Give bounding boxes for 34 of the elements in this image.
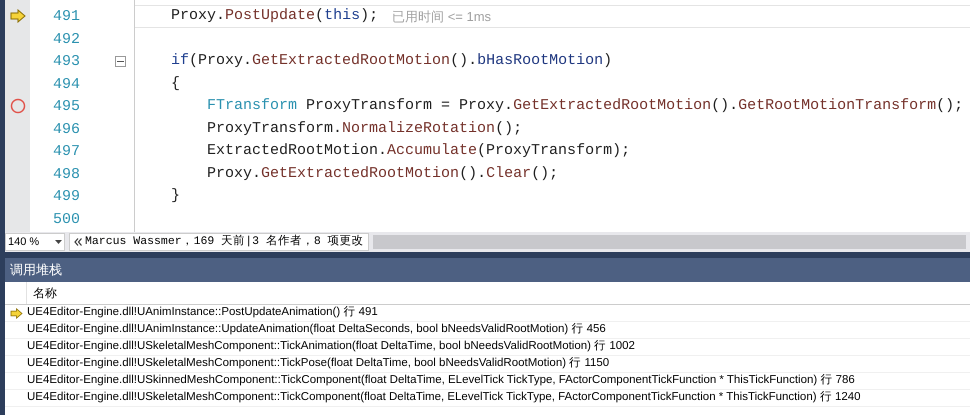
call-stack-frame[interactable]: UE4Editor-Engine.dll!USkeletalMeshComponent::TickPose(float DeltaTime, bool bNeedsValidRootMotion) 行 1150: [27, 355, 610, 373]
line-number: 498: [53, 166, 80, 182]
line-number: 499: [53, 188, 80, 205]
line-number: 494: [53, 76, 80, 92]
code-line: Proxy.PostUpdate(this);: [171, 6, 378, 26]
line-number: 497: [53, 143, 80, 160]
line-number: 500: [53, 210, 80, 228]
line-number: 491: [53, 8, 80, 25]
code-line: if(Proxy.GetExtractedRootMotion().bHasRootMotion): [171, 51, 612, 71]
panel-title: 调用堆栈: [10, 261, 62, 280]
call-stack-frame[interactable]: UE4Editor-Engine.dll!USkeletalMeshComponent::TickAnimation(float DeltaTime, bool bNeedsValidRootMotion) 行 1002: [27, 338, 635, 356]
zoom-dropdown[interactable]: 140 %: [5, 233, 65, 251]
minus-icon: [116, 60, 124, 62]
code-line: ProxyTransform.NormalizeRotation();: [207, 118, 522, 138]
call-stack-frame[interactable]: UE4Editor-Engine.dll!USkinnedMeshComponent::TickComponent(float DeltaTime, ELevelTick TickType, FActorComponentTickFunction * ThisTickFunction) 行 786: [27, 372, 855, 390]
breakpoint-icon[interactable]: [10, 98, 26, 114]
collapse-toggle[interactable]: [114, 56, 126, 67]
horizontal-scrollbar[interactable]: [372, 235, 966, 249]
call-stack-frame[interactable]: UE4Editor-Engine.dll!UAnimInstance::UpdateAnimation(float DeltaSeconds, bool bNeedsValidRootMotion) 行 456: [27, 321, 606, 339]
line-number: 493: [53, 53, 80, 70]
code-line: Proxy.GetExtractedRootMotion().Clear();: [207, 164, 558, 184]
line-number: 492: [53, 30, 80, 48]
line-number: 496: [53, 120, 80, 138]
code-line: ExtractedRootMotion.Accumulate(ProxyTransform);: [207, 141, 630, 161]
line-number: 495: [53, 98, 80, 115]
double-chevron-left-icon: [74, 238, 82, 246]
code-line: {: [171, 74, 180, 94]
code-line: }: [171, 186, 180, 206]
call-stack-frame[interactable]: UE4Editor-Engine.dll!USkeletalMeshComponent::TickComponent(float DeltaTime, ELevelTick TickType, FActorComponentTickFunction * ThisTickFunction) 行 1240: [27, 389, 861, 407]
elapsed-time-hint: 已用时间 <= 1ms: [392, 8, 492, 26]
call-stack-frame[interactable]: UE4Editor-Engine.dll!UAnimInstance::PostUpdateAnimation() 行 491: [27, 304, 378, 322]
column-header[interactable]: 名称: [33, 284, 57, 302]
dropdown-caret-icon: [55, 240, 62, 244]
code-line: FTransform ProxyTransform = Proxy.GetExtractedRootMotion().GetRootMotionTransform();: [207, 96, 964, 116]
